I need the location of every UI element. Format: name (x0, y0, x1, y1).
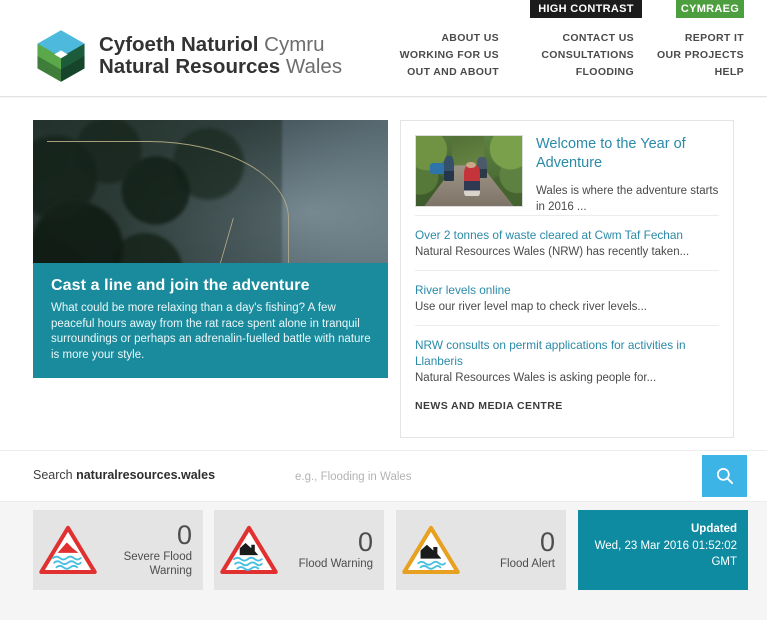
search-icon (716, 467, 733, 485)
last-updated-card: Updated Wed, 23 Mar 2016 01:52:02 GMT (578, 510, 748, 590)
logo-line-welsh: Cyfoeth Naturiol Cymru (99, 34, 342, 56)
primary-navigation: ABOUT US WORKING FOR US OUT AND ABOUT CO… (387, 30, 744, 81)
high-contrast-label: HIGH CONTRAST (538, 3, 634, 15)
nav-item-about-us[interactable]: ABOUT US (387, 30, 499, 47)
nav-item-working-for-us[interactable]: WORKING FOR US (387, 47, 499, 64)
search-label-prefix: Search (33, 468, 77, 482)
updated-timestamp: Wed, 23 Mar 2016 01:52:02 GMT (594, 540, 737, 568)
nav-item-report-it[interactable]: REPORT IT (634, 30, 744, 47)
severe-flood-warning-label: Severe Flood Warning (123, 551, 192, 577)
flood-alert-icon (402, 525, 460, 575)
news-item-summary-2: Use our river level map to check river l… (415, 301, 647, 313)
thumb-running-child (463, 165, 480, 197)
featured-article-thumbnail[interactable] (415, 135, 523, 207)
news-list-item[interactable]: River levels online Use our river level … (415, 270, 719, 325)
news-list-item[interactable]: Over 2 tonnes of waste cleared at Cwm Ta… (415, 215, 719, 270)
flood-warning-card[interactable]: 0 Flood Warning (214, 510, 384, 590)
flood-warning-meta: 0 Flood Warning (278, 529, 384, 571)
flood-alert-meta: 0 Flood Alert (460, 529, 566, 571)
logo-wordmark: Cyfoeth Naturiol Cymru Natural Resources… (99, 34, 342, 78)
flood-warning-icon (220, 525, 278, 575)
news-list-item[interactable]: NRW consults on permit applications for … (415, 325, 719, 396)
logo-welsh-light: Cymru (264, 33, 325, 57)
nrw-hexagon-logo-icon (37, 30, 85, 82)
flood-alert-count: 0 (539, 527, 555, 557)
nav-column-3: REPORT IT OUR PROJECTS HELP (634, 30, 744, 81)
nav-column-2: CONTACT US CONSULTATIONS FLOODING (499, 30, 634, 81)
featured-article-description: Wales is where the adventure starts in 2… (536, 185, 719, 213)
site-logo[interactable]: Cyfoeth Naturiol Cymru Natural Resources… (33, 28, 342, 84)
flood-alert-label: Flood Alert (500, 558, 555, 570)
cymraeg-language-button[interactable]: CYMRAEG (676, 0, 744, 18)
flood-status-strip: 0 Severe Flood Warning 0 Flood Warning 0… (0, 503, 767, 620)
site-header: HIGH CONTRAST CYMRAEG Cyfoeth Naturiol C… (0, 0, 767, 97)
high-contrast-button[interactable]: HIGH CONTRAST (530, 0, 642, 18)
thumb-adult-figure (443, 155, 455, 181)
thumb-child-head (466, 161, 476, 169)
featured-article-title[interactable]: Welcome to the Year of Adventure (536, 136, 686, 171)
search-label: Search naturalresources.wales (33, 468, 215, 482)
logo-welsh-bold: Cyfoeth Naturiol (99, 33, 259, 57)
search-label-domain: naturalresources.wales (76, 468, 216, 482)
hero-feature-card[interactable]: Cast a line and join the adventure What … (33, 120, 388, 378)
main-content-panel: Cast a line and join the adventure What … (0, 98, 767, 450)
flood-warning-label: Flood Warning (298, 558, 373, 570)
hero-title: Cast a line and join the adventure (51, 277, 310, 294)
nav-item-our-projects[interactable]: OUR PROJECTS (634, 47, 744, 64)
severe-flood-warning-count: 0 (176, 520, 192, 550)
severe-flood-warning-card[interactable]: 0 Severe Flood Warning (33, 510, 203, 590)
nav-column-1: ABOUT US WORKING FOR US OUT AND ABOUT (387, 30, 499, 81)
news-and-media-centre-link[interactable]: NEWS AND MEDIA CENTRE (415, 400, 563, 412)
news-item-link-2[interactable]: River levels online (415, 282, 719, 298)
logo-english-bold: Natural Resources (99, 55, 281, 78)
flood-alert-card[interactable]: 0 Flood Alert (396, 510, 566, 590)
featured-article[interactable]: Welcome to the Year of Adventure Wales i… (415, 135, 719, 215)
site-search-bar: Search naturalresources.wales (0, 450, 767, 502)
nav-item-help[interactable]: HELP (634, 64, 744, 81)
search-input[interactable] (295, 463, 695, 491)
news-item-summary-3: Natural Resources Wales is asking people… (415, 372, 657, 384)
cymraeg-label: CYMRAEG (680, 3, 740, 15)
nav-item-out-and-about[interactable]: OUT AND ABOUT (387, 64, 499, 81)
news-panel: Welcome to the Year of Adventure Wales i… (400, 120, 734, 438)
news-item-summary-1: Natural Resources Wales (NRW) has recent… (415, 246, 690, 258)
nav-item-consultations[interactable]: CONSULTATIONS (499, 47, 634, 64)
logo-english-light: Wales (285, 55, 343, 78)
search-submit-button[interactable] (702, 455, 747, 497)
flood-warning-count: 0 (357, 527, 373, 557)
severe-flood-warning-meta: 0 Severe Flood Warning (97, 522, 203, 578)
severe-flood-warning-icon (39, 525, 97, 575)
hero-description: What could be more relaxing than a day's… (51, 302, 371, 361)
news-item-link-1[interactable]: Over 2 tonnes of waste cleared at Cwm Ta… (415, 227, 719, 243)
logo-line-english: Natural Resources Wales (99, 56, 342, 78)
nav-item-flooding[interactable]: FLOODING (499, 64, 634, 81)
updated-title: Updated (691, 523, 737, 535)
nav-item-contact-us[interactable]: CONTACT US (499, 30, 634, 47)
hero-caption: Cast a line and join the adventure What … (33, 263, 388, 378)
featured-article-text: Welcome to the Year of Adventure Wales i… (536, 135, 719, 215)
news-item-link-3[interactable]: NRW consults on permit applications for … (415, 337, 719, 369)
